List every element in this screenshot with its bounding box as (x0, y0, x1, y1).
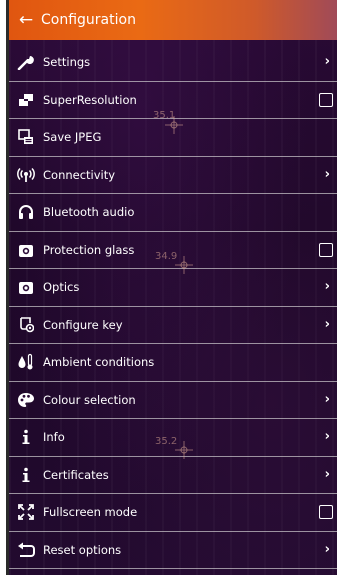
menu-item-superresolution[interactable]: SuperResolution (9, 82, 337, 119)
drop-thermometer-icon (9, 353, 43, 371)
reset-icon (9, 542, 43, 558)
chevron-right-icon[interactable]: › (325, 279, 330, 294)
headphones-icon (9, 204, 43, 220)
menu-item-label: Connectivity (43, 167, 116, 182)
menu-item-info[interactable]: Info › (9, 419, 337, 457)
wireless-icon (9, 167, 43, 183)
menu-item-label: Bluetooth audio (43, 205, 135, 220)
info-icon (9, 467, 43, 483)
thermal-background: ← Configuration Settings › SuperResoluti… (9, 0, 337, 575)
menu-item-fullscreen-mode[interactable]: Fullscreen mode (9, 494, 337, 532)
wrench-icon (9, 54, 43, 71)
menu-item-reset-options[interactable]: Reset options › (9, 532, 337, 569)
menu-item-connectivity[interactable]: Connectivity › (9, 157, 337, 194)
menu-item-label: SuperResolution (43, 92, 137, 107)
menu-item-save-jpeg[interactable]: Save JPEG (9, 119, 337, 157)
chevron-right-icon[interactable]: › (325, 317, 330, 332)
menu-item-colour-selection[interactable]: Colour selection › (9, 382, 337, 419)
menu-item-label: Configure key (43, 317, 123, 332)
chevron-right-icon[interactable]: › (325, 392, 330, 407)
chevron-right-icon[interactable]: › (325, 167, 330, 182)
config-menu: Settings › SuperResolution Save JPEG Con… (9, 44, 337, 569)
menu-item-label: Protection glass (43, 242, 135, 257)
menu-item-certificates[interactable]: Certificates › (9, 457, 337, 494)
menu-item-label: Optics (43, 280, 80, 295)
configure-key-icon (9, 316, 43, 333)
menu-item-label: Fullscreen mode (43, 505, 138, 520)
header-bar: ← Configuration (9, 0, 337, 40)
menu-item-label: Colour selection (43, 392, 136, 407)
info-icon (9, 429, 43, 445)
right-border (337, 0, 341, 575)
page-title: Configuration (41, 12, 136, 28)
menu-item-label: Certificates (43, 467, 109, 482)
left-border (0, 0, 9, 575)
menu-item-label: Info (43, 430, 65, 445)
menu-item-ambient-conditions[interactable]: Ambient conditions (9, 344, 337, 382)
back-arrow-icon[interactable]: ← (11, 10, 41, 30)
chevron-right-icon[interactable]: › (325, 429, 330, 444)
menu-item-label: Ambient conditions (43, 355, 155, 370)
protection-glass-checkbox[interactable] (319, 242, 333, 257)
chevron-right-icon[interactable]: › (325, 467, 330, 482)
menu-item-optics[interactable]: Optics › (9, 269, 337, 307)
camera-icon (9, 242, 43, 258)
camera-lens-icon (9, 279, 43, 295)
palette-icon (9, 392, 43, 408)
superresolution-icon (9, 93, 43, 107)
menu-item-label: Reset options (43, 542, 122, 557)
menu-item-bluetooth-audio[interactable]: Bluetooth audio (9, 194, 337, 232)
menu-item-label: Settings (43, 55, 91, 70)
fullscreen-icon (9, 504, 43, 521)
superresolution-checkbox[interactable] (319, 92, 333, 107)
jpeg-save-icon (9, 129, 43, 145)
fullscreen-mode-checkbox[interactable] (319, 505, 333, 520)
chevron-right-icon[interactable]: › (325, 542, 330, 557)
menu-item-protection-glass[interactable]: Protection glass (9, 232, 337, 269)
menu-item-configure-key[interactable]: Configure key › (9, 307, 337, 344)
menu-item-settings[interactable]: Settings › (9, 44, 337, 82)
menu-item-label: Save JPEG (43, 130, 102, 145)
chevron-right-icon[interactable]: › (325, 54, 330, 69)
